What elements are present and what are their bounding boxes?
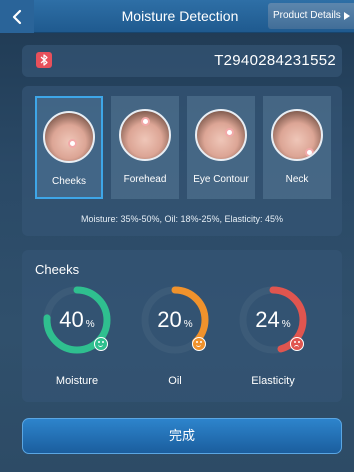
face-image	[195, 109, 247, 161]
smile-icon	[192, 337, 206, 351]
results-card: Cheeks 40% Moisture 20% Oil 24% Elastici…	[22, 250, 342, 402]
elasticity-number: 24	[255, 307, 280, 332]
smile-icon	[94, 337, 108, 351]
area-tile-neck[interactable]: Neck	[263, 96, 331, 199]
area-selector-card: Cheeks Forehead Eye Contour Neck Moistur…	[22, 86, 342, 236]
reference-ranges: Moisture: 35%-50%, Oil: 18%-25%, Elastic…	[80, 214, 284, 224]
elasticity-label: Elasticity	[251, 375, 295, 387]
moisture-label: Moisture	[55, 375, 99, 387]
area-tile-eye-contour[interactable]: Eye Contour	[187, 96, 255, 199]
face-image	[271, 109, 323, 161]
elasticity-value: 24%	[238, 307, 308, 333]
results-title: Cheeks	[35, 262, 80, 277]
oil-label: Oil	[168, 375, 182, 387]
oil-unit: %	[183, 319, 193, 330]
device-serial: T2940284231552	[214, 52, 336, 69]
moisture-number: 40	[59, 307, 84, 332]
page-title: Moisture Detection	[121, 8, 239, 24]
product-details-button[interactable]: Product Details	[268, 3, 354, 29]
area-label: Cheeks	[52, 176, 86, 187]
oil-gauge: 20% Oil	[140, 285, 210, 387]
moisture-unit: %	[85, 319, 95, 330]
oil-number: 20	[157, 307, 182, 332]
device-card: T2940284231552	[22, 45, 342, 77]
elasticity-unit: %	[281, 319, 291, 330]
play-arrow-icon	[343, 12, 350, 20]
target-marker-icon	[68, 139, 77, 148]
area-label: Eye Contour	[193, 174, 249, 185]
bluetooth-icon	[36, 52, 52, 68]
product-details-label: Product Details	[273, 10, 341, 21]
oil-value: 20%	[140, 307, 210, 333]
face-image	[119, 109, 171, 161]
sad-face-icon	[290, 337, 304, 351]
elasticity-gauge: 24% Elasticity	[238, 285, 308, 387]
moisture-value: 40%	[42, 307, 112, 333]
area-label: Neck	[285, 174, 309, 185]
area-label: Forehead	[123, 174, 167, 185]
back-button[interactable]	[0, 0, 34, 33]
moisture-gauge: 40% Moisture	[42, 285, 112, 387]
area-tile-cheeks[interactable]: Cheeks	[35, 96, 103, 199]
area-tile-forehead[interactable]: Forehead	[111, 96, 179, 199]
target-marker-icon	[225, 128, 234, 137]
face-image	[43, 111, 95, 163]
target-marker-icon	[141, 117, 150, 126]
finish-button[interactable]: 完成	[22, 418, 342, 454]
top-bar: Moisture Detection Product Details	[0, 0, 354, 33]
chevron-left-icon	[12, 9, 22, 24]
target-marker-icon	[305, 148, 314, 157]
